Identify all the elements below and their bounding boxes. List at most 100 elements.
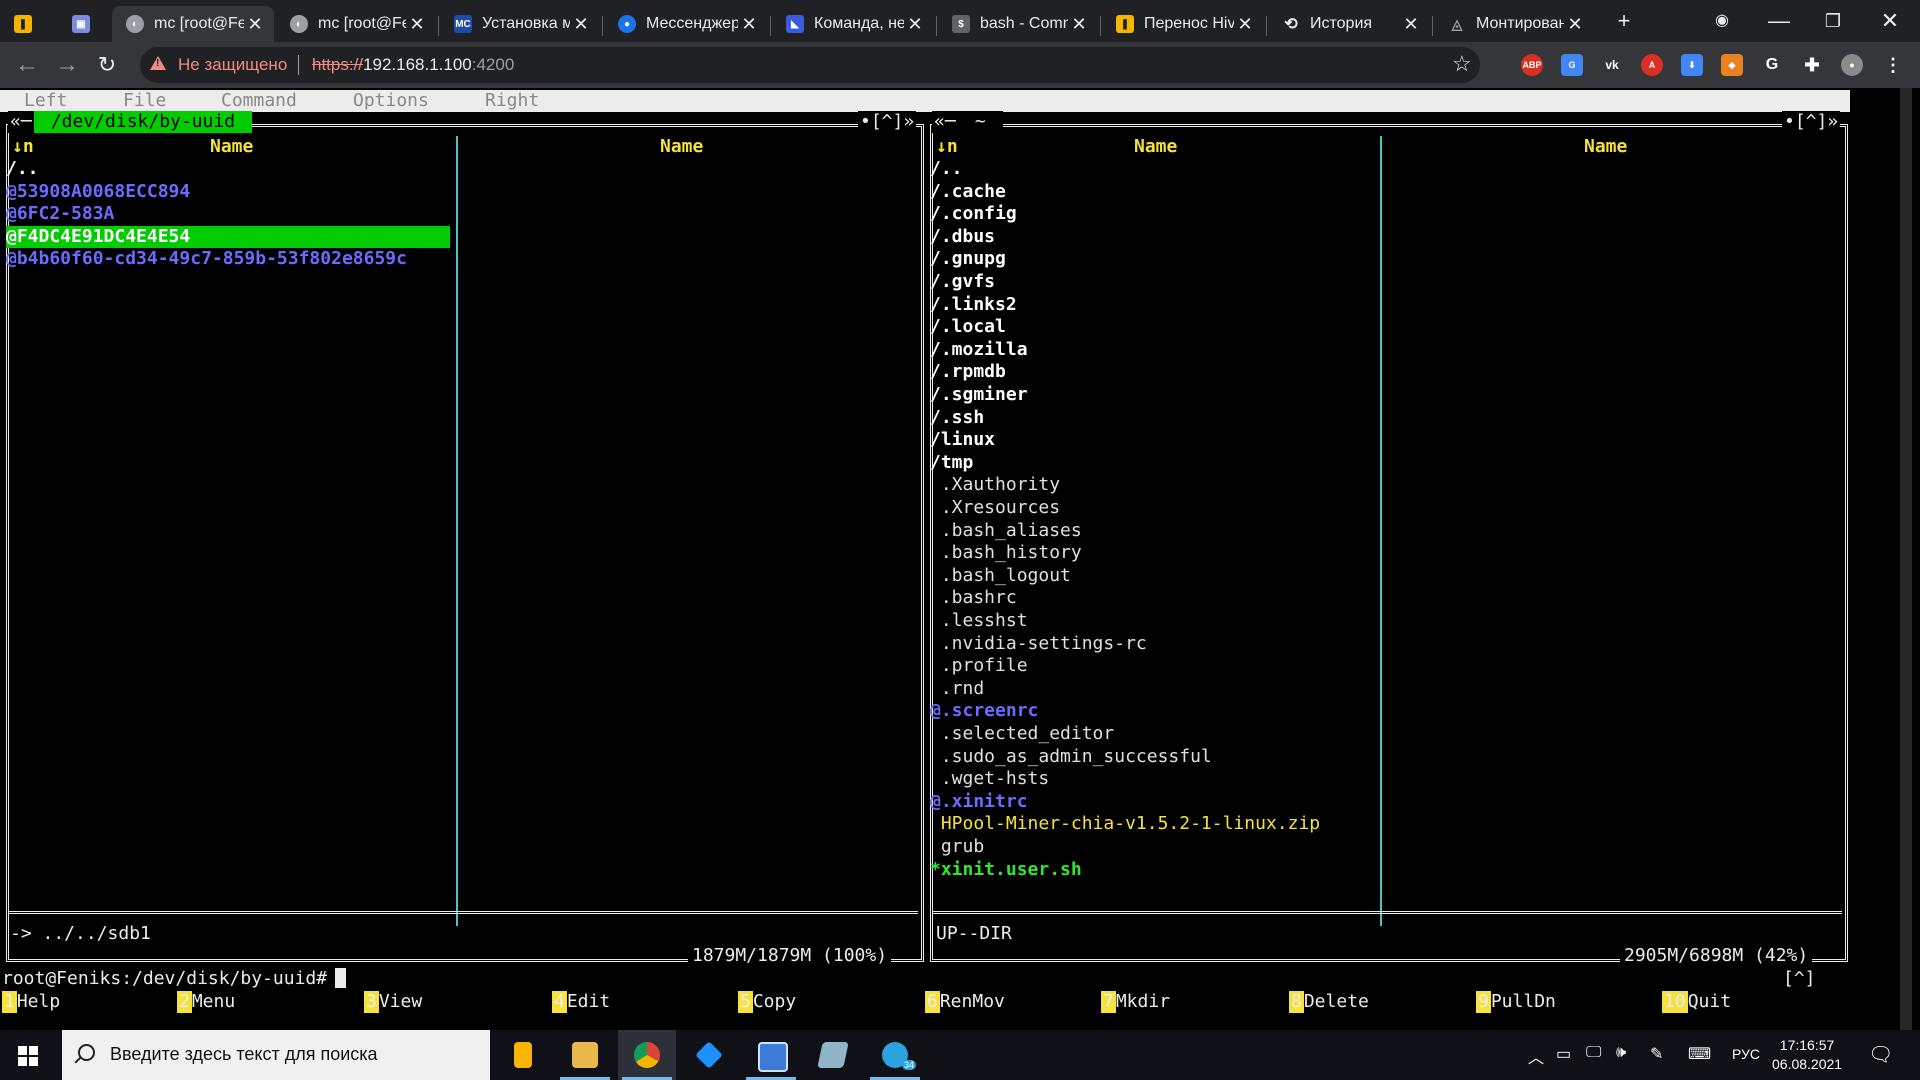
taskbar-app-sourcetree[interactable] [680,1030,738,1080]
file-row[interactable]: @b4b60f60-cd34-49c7-859b-53f802e8659c [6,248,407,271]
fkey-edit[interactable]: 4 Edit [552,990,610,1014]
fkey-pulldn[interactable]: 9 PullDn [1476,990,1556,1014]
menu-command[interactable]: Command [221,91,297,111]
browser-tab[interactable]: ❚ Перенос Hiv ✕ [1102,6,1264,42]
right-panel[interactable]: «─ ~ •[^]» ↓n Name Name /../.cache/.conf… [924,111,1850,970]
file-row[interactable]: /.gvfs [930,271,995,294]
left-panel[interactable]: «─ /dev/disk/by-uuid •[^]» ↓n Name Name … [0,111,924,970]
menu-file[interactable]: File [123,91,166,111]
file-row[interactable]: .Xresources [930,497,1060,520]
forward-button[interactable]: → [52,50,82,80]
file-row-selected[interactable]: @F4DC4E91DC4E4E54 [6,225,450,249]
network-icon[interactable]: 🖵 [1586,1044,1601,1062]
extensions-puzzle-icon[interactable]: ✚ [1801,54,1823,76]
file-row[interactable]: @6FC2-583A [6,203,114,226]
panel-corner-left[interactable]: «─ [932,111,958,133]
fkey-view[interactable]: 3 View [364,990,422,1014]
taskbar-app-notepad[interactable] [742,1030,800,1080]
security-status[interactable]: Не защищено [178,55,287,75]
browser-tab[interactable]: ◐ mc [root@Fe ✕ [276,6,436,42]
url-text[interactable]: https://192.168.1.100:4200 [312,55,514,75]
left-panel-path[interactable]: /dev/disk/by-uuid [34,111,252,133]
new-tab-button[interactable]: + [1604,6,1644,36]
close-tab-icon[interactable]: ✕ [1234,14,1256,35]
file-row[interactable]: .profile [930,655,1028,678]
close-tab-icon[interactable]: ✕ [570,14,592,35]
close-tab-icon[interactable]: ✕ [738,14,760,35]
back-button[interactable]: ← [12,50,42,80]
browser-tab-active[interactable]: ◐ mc [root@Fe ✕ [112,6,274,42]
browser-tab[interactable]: ◬ Монтирован ✕ [1434,6,1594,42]
column-header-name[interactable]: Name [210,136,253,158]
browser-tab[interactable]: $ bash - Comn ✕ [938,6,1098,42]
file-row[interactable]: .bashrc [930,587,1017,610]
keyboard-icon[interactable]: ⌨ [1688,1044,1711,1064]
reload-button[interactable]: ↻ [92,50,122,80]
panel-corner-left[interactable]: «─ [8,111,34,133]
file-row[interactable]: /tmp [930,452,973,475]
file-row[interactable]: /.. [930,158,963,181]
column-header-name[interactable]: Name [660,136,703,158]
browser-tab[interactable]: MC Установка м ✕ [440,6,600,42]
browser-tab[interactable]: ◣ Команда, не ✕ [772,6,934,42]
close-tab-icon[interactable]: ✕ [904,14,926,35]
file-row[interactable]: HPool-Miner-chia-v1.5.2-1-linux.zip [930,813,1320,836]
right-panel-path[interactable]: ~ [958,111,1003,133]
fkey-renmov[interactable]: 6 RenMov [925,990,1005,1014]
file-row[interactable]: /.config [930,203,1017,226]
close-tab-icon[interactable]: ✕ [1400,14,1422,35]
pen-icon[interactable]: ✎ [1650,1044,1663,1064]
profile-menu-icon[interactable]: ◉ [1702,6,1742,36]
close-tab-icon[interactable]: ✕ [1564,14,1586,35]
file-row[interactable]: /.rpmdb [930,361,1006,384]
fkey-mkdir[interactable]: 7 Mkdir [1101,990,1170,1014]
panel-corner-right[interactable]: •[^]» [858,111,917,133]
file-row[interactable]: /.ssh [930,407,984,430]
taskbar-app-telegram[interactable]: 34 [866,1030,924,1080]
vk-icon[interactable]: vk [1601,54,1623,76]
file-row[interactable]: .selected_editor [930,723,1114,746]
column-header-name[interactable]: Name [1134,136,1177,158]
file-row[interactable]: .bash_logout [930,565,1071,588]
fkey-delete[interactable]: 8 Delete [1289,990,1369,1014]
terminal-area[interactable]: Left File Command Options Right «─ /dev/… [0,88,1850,1030]
sort-indicator[interactable]: ↓n [12,136,34,158]
file-row[interactable]: .wget-hsts [930,768,1049,791]
browser-menu-icon[interactable]: ⋮ [1882,54,1904,76]
download-icon[interactable]: ⬇ [1681,54,1703,76]
file-row[interactable]: /linux [930,429,995,452]
file-row[interactable]: /.. [6,158,39,181]
file-row[interactable]: @.xinitrc [930,791,1028,814]
sort-indicator[interactable]: ↓n [936,136,958,158]
file-row[interactable]: .lesshst [930,610,1028,633]
fkey-copy[interactable]: 5 Copy [738,990,796,1014]
fkey-menu[interactable]: 2 Menu [177,990,235,1014]
file-row[interactable]: .rnd [930,678,984,701]
metamask-icon[interactable]: ◆ [1721,54,1743,76]
scrollbar-thumb[interactable] [1900,88,1912,1030]
file-row[interactable]: /.mozilla [930,339,1028,362]
volume-icon[interactable]: 🕪 [1616,1044,1626,1062]
panel-corner-right[interactable]: •[^]» [1782,111,1841,133]
bookmark-star-icon[interactable]: ☆ [1452,51,1472,77]
warning-icon[interactable] [150,56,166,70]
windows-start-icon[interactable] [18,1046,38,1066]
taskbar-search-input[interactable]: Введите здесь текст для поиска [62,1030,490,1080]
address-bar[interactable]: Не защищено https://192.168.1.100:4200 ☆ [140,47,1480,83]
browser-tab[interactable]: ▣ [58,6,110,42]
command-line[interactable]: root@Feniks:/dev/disk/by-uuid# [2,968,347,990]
history-button[interactable]: [^] [1783,968,1816,990]
maximize-button[interactable]: ❐ [1813,6,1853,36]
taskbar-app-explorer[interactable] [556,1030,614,1080]
translate-icon[interactable]: G [1561,54,1583,76]
file-row[interactable]: /.cache [930,181,1006,204]
browser-tab[interactable]: ● Мессенджер ✕ [604,6,768,42]
fkey-help[interactable]: 1 Help [2,990,60,1014]
column-header-name[interactable]: Name [1584,136,1627,158]
fkey-quit[interactable]: 10 Quit [1662,990,1731,1014]
file-row[interactable]: @53908A0068ECC894 [6,181,190,204]
taskbar-app-notes[interactable] [804,1030,862,1080]
browser-tab[interactable]: ❚ [0,6,56,42]
clock[interactable]: 17:16:57 06.08.2021 [1772,1036,1842,1074]
file-row[interactable]: .Xauthority [930,474,1060,497]
